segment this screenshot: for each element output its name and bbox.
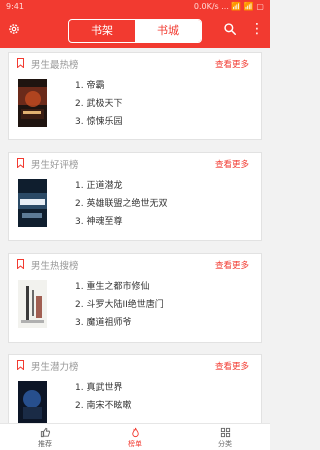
nav-label: 榜单 (128, 440, 142, 448)
list-item[interactable]: 2. 斗罗大陆II绝世唐门 (75, 296, 164, 314)
card-title: 男生最热榜 (31, 60, 79, 71)
view-more-link[interactable]: 查看更多 (215, 360, 249, 372)
list-item[interactable]: 2. 南宋不眩嗽 (75, 397, 131, 415)
ranking-list: 1. 重生之都市修仙 2. 斗罗大陆II绝世唐门 3. 魔道祖师爷 (75, 278, 164, 332)
status-time: 9:41 (6, 2, 24, 11)
ranking-card-hottest: 男生最热榜 查看更多 1. 帝霸 2. 武极天下 3. 惊悚乐园 (8, 52, 262, 140)
top-bar: 9:41 0.0K/s ... 📶 📶 ▢ 书架 书城 ⋮ (0, 0, 270, 48)
tab-bookstore[interactable]: 书城 (135, 20, 201, 42)
bookmark-icon (17, 58, 24, 68)
ranking-list: 1. 正道潜龙 2. 英雄联盟之绝世无双 3. 神魂至尊 (75, 177, 167, 231)
view-more-link[interactable]: 查看更多 (215, 158, 249, 170)
book-cover[interactable] (18, 179, 47, 227)
book-cover[interactable] (18, 79, 47, 127)
list-item[interactable]: 3. 惊悚乐园 (75, 113, 122, 131)
nav-label: 分类 (218, 440, 232, 448)
nav-recommend[interactable]: 推荐 (0, 424, 90, 450)
search-icon[interactable] (223, 22, 237, 36)
bottom-nav: 推荐 榜单 分类 (0, 423, 270, 450)
bookmark-icon (17, 360, 24, 370)
ranking-list: 1. 帝霸 2. 武极天下 3. 惊悚乐园 (75, 77, 122, 131)
list-item[interactable]: 3. 魔道祖师爷 (75, 314, 164, 332)
ranking-card-potential: 男生潜力榜 查看更多 1. 真武世界 2. 南宋不眩嗽 (8, 354, 262, 429)
list-item[interactable]: 1. 帝霸 (75, 77, 122, 95)
flame-icon (131, 427, 139, 438)
card-title: 男生热搜榜 (31, 261, 79, 272)
card-header: 男生潜力榜 查看更多 (9, 355, 261, 377)
view-more-link[interactable]: 查看更多 (215, 259, 249, 271)
more-vertical-icon[interactable]: ⋮ (250, 22, 264, 36)
card-title: 男生好评榜 (31, 160, 79, 171)
bookmark-icon (17, 259, 24, 269)
card-header: 男生热搜榜 查看更多 (9, 254, 261, 276)
card-header: 男生最热榜 查看更多 (9, 53, 261, 75)
list-item[interactable]: 2. 武极天下 (75, 95, 122, 113)
status-indicators: 0.0K/s ... 📶 📶 ▢ (193, 2, 264, 11)
tab-bookshelf[interactable]: 书架 (69, 20, 135, 42)
book-cover[interactable] (18, 381, 47, 429)
thumbs-up-icon (40, 427, 50, 438)
list-item[interactable]: 1. 重生之都市修仙 (75, 278, 164, 296)
ranking-card-top-rated: 男生好评榜 查看更多 1. 正道潜龙 2. 英雄联盟之绝世无双 3. 神魂至尊 (8, 152, 262, 241)
ranking-list: 1. 真武世界 2. 南宋不眩嗽 (75, 379, 131, 415)
ranking-card-hot-search: 男生热搜榜 查看更多 1. 重生之都市修仙 2. 斗罗大陆II绝世唐门 3. 魔… (8, 253, 262, 343)
nav-categories[interactable]: 分类 (180, 424, 270, 450)
book-cover[interactable] (18, 280, 47, 328)
list-item[interactable]: 2. 英雄联盟之绝世无双 (75, 195, 167, 213)
card-header: 男生好评榜 查看更多 (9, 153, 261, 175)
list-item[interactable]: 1. 正道潜龙 (75, 177, 167, 195)
view-more-link[interactable]: 查看更多 (215, 58, 249, 70)
list-item[interactable]: 3. 神魂至尊 (75, 213, 167, 231)
app: 9:41 0.0K/s ... 📶 📶 ▢ 书架 书城 ⋮ 男生最热榜 查看更多 (0, 0, 270, 450)
grid-icon (220, 427, 230, 438)
status-bar: 9:41 0.0K/s ... 📶 📶 ▢ (0, 0, 270, 14)
gear-icon[interactable] (7, 22, 21, 36)
tab-switch: 书架 书城 (68, 19, 202, 43)
nav-label: 推荐 (38, 440, 52, 448)
bookmark-icon (17, 158, 24, 168)
list-item[interactable]: 1. 真武世界 (75, 379, 131, 397)
card-title: 男生潜力榜 (31, 362, 79, 373)
nav-rankings[interactable]: 榜单 (90, 424, 180, 450)
